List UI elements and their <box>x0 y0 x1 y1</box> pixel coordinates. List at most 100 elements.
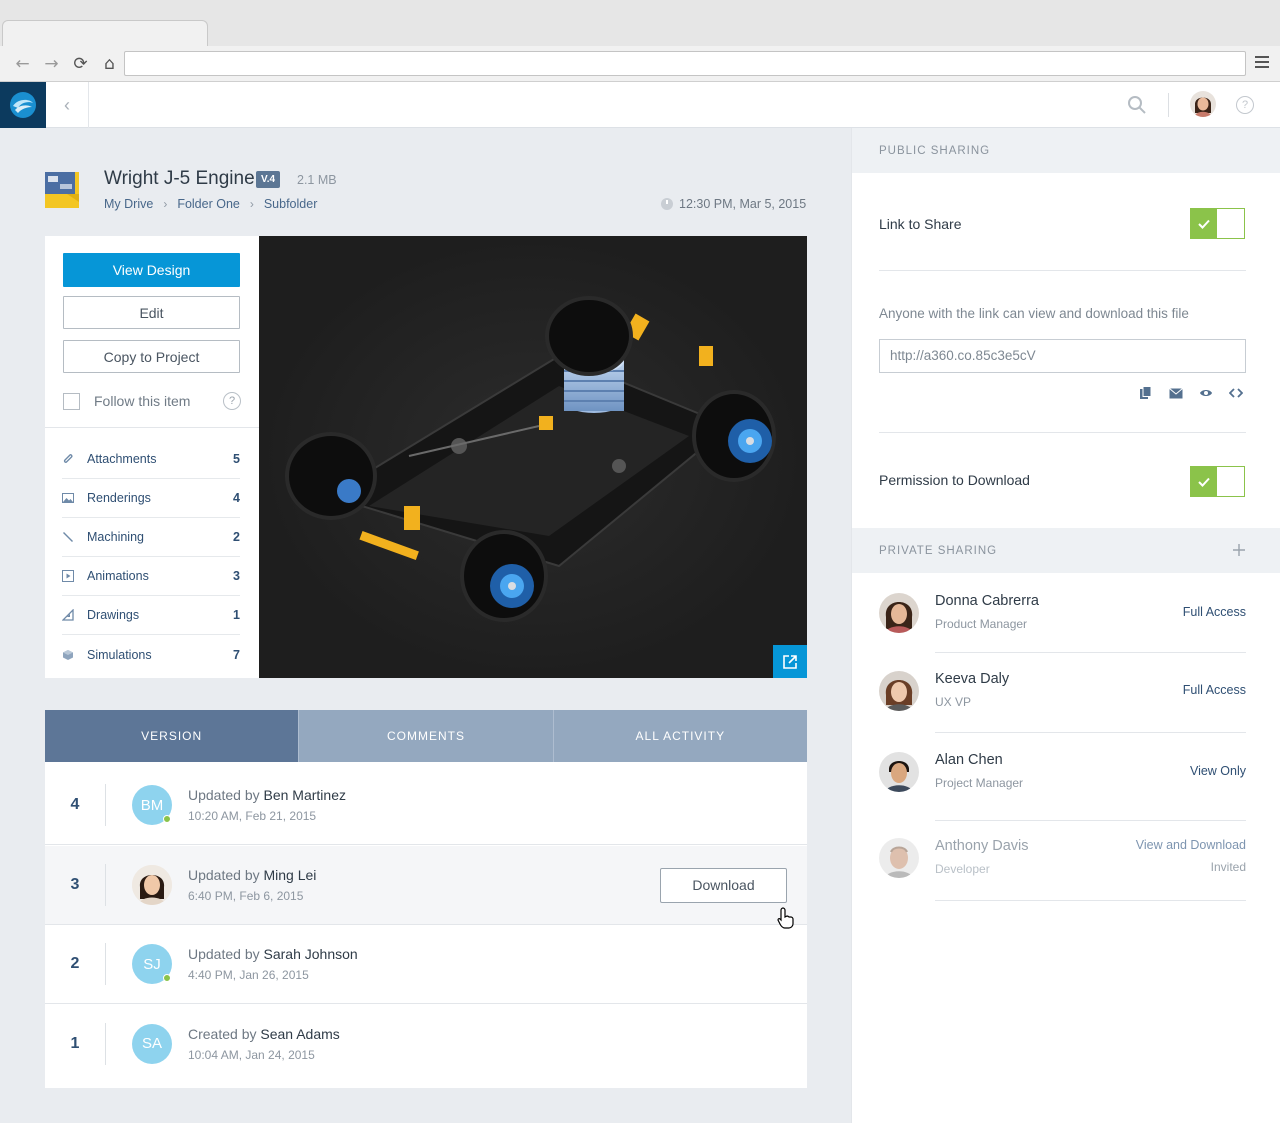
shared-person-row[interactable]: Keeva Daly UX VP Full Access <box>879 671 1246 711</box>
file-timestamp: 12:30 PM, Mar 5, 2015 <box>661 197 806 211</box>
person-role: Developer <box>935 862 990 876</box>
share-url-field[interactable]: http://a360.co.85c3e5cV <box>879 339 1246 373</box>
timestamp-text: 12:30 PM, Mar 5, 2015 <box>679 197 807 211</box>
edit-button[interactable]: Edit <box>63 296 240 329</box>
attachment-row-drawings[interactable]: Drawings 1 <box>62 596 240 635</box>
embed-icon[interactable] <box>1228 385 1244 401</box>
download-button[interactable]: Download <box>660 867 787 903</box>
tab-comments[interactable]: COMMENTS <box>299 710 554 762</box>
version-info: Created by Sean Adams 10:04 AM, Jan 24, … <box>188 1026 807 1062</box>
app-logo[interactable] <box>0 82 46 128</box>
clock-icon <box>661 198 673 210</box>
access-level[interactable]: View Only <box>1190 764 1246 778</box>
version-info: Updated by Sarah Johnson 4:40 PM, Jan 26… <box>188 946 807 982</box>
shared-person-row[interactable]: Alan Chen Project Manager View Only <box>879 752 1246 792</box>
version-author: Ben Martinez <box>263 787 346 803</box>
attachment-count: 7 <box>233 647 240 662</box>
attachment-count: 5 <box>233 452 240 466</box>
follow-item-row[interactable]: Follow this item <box>63 389 243 413</box>
access-level[interactable]: Full Access <box>1183 683 1246 697</box>
attachment-label: Animations <box>87 569 149 583</box>
version-title: Updated by Ben Martinez <box>188 787 807 803</box>
avatar-initials: BM <box>140 796 164 814</box>
attachment-row-animations[interactable]: Animations 3 <box>62 557 240 596</box>
shared-person-row[interactable]: Donna Cabrerra Product Manager Full Acces… <box>879 593 1246 633</box>
address-bar[interactable] <box>124 51 1246 76</box>
person-role: UX VP <box>935 695 972 709</box>
person-name: Donna Cabrerra <box>935 593 1039 609</box>
hand-cursor-icon <box>777 907 795 929</box>
version-date: 6:40 PM, Feb 6, 2015 <box>188 889 304 903</box>
attachment-count: 3 <box>233 569 240 583</box>
browser-menu-icon[interactable] <box>1255 56 1269 70</box>
breadcrumb-separator: › <box>249 197 254 211</box>
avatar-initials: SJ <box>143 955 161 973</box>
attachment-label: Simulations <box>87 647 152 662</box>
version-row[interactable]: 4 BM Updated by Ben Martinez 10:20 AM, F… <box>45 766 807 845</box>
follow-checkbox[interactable] <box>63 392 80 410</box>
divider <box>105 864 106 906</box>
access-info: View and Download Invited <box>1136 838 1246 874</box>
file-size: 2.1 MB <box>297 173 337 187</box>
avatar <box>132 865 172 905</box>
share-description: Anyone with the link can view and downlo… <box>879 306 1189 321</box>
person-name: Keeva Daly <box>935 671 1010 687</box>
attachment-row-attachments[interactable]: Attachments 5 <box>62 440 240 479</box>
add-person-icon[interactable] <box>1232 543 1246 557</box>
access-level[interactable]: Full Access <box>1183 605 1246 619</box>
check-icon <box>1191 209 1217 238</box>
person-name: Alan Chen <box>935 752 1003 768</box>
tab-all-activity[interactable]: ALL ACTIVITY <box>553 710 807 762</box>
divider <box>935 732 1246 733</box>
link-share-toggle[interactable] <box>1190 208 1245 239</box>
version-number: 2 <box>70 955 80 972</box>
share-actions <box>1138 385 1244 401</box>
breadcrumb-item-my-drive[interactable]: My Drive <box>104 197 153 211</box>
home-icon[interactable]: ⌂ <box>95 53 124 75</box>
person-name: Anthony Davis <box>935 838 1029 854</box>
version-row[interactable]: 2 SJ Updated by Sarah Johnson 4:40 PM, J… <box>45 925 807 1004</box>
browser-tab[interactable] <box>2 20 208 46</box>
divider <box>935 900 1246 901</box>
attachment-label: Drawings <box>87 608 140 622</box>
access-level[interactable]: View and Download <box>1136 838 1246 852</box>
back-button[interactable]: ‹ <box>46 82 89 128</box>
person-role: Product Manager <box>935 617 1028 631</box>
divider <box>45 427 259 428</box>
version-date: 4:40 PM, Jan 26, 2015 <box>188 968 309 982</box>
tab-version[interactable]: VERSION <box>45 710 300 769</box>
breadcrumb-item-subfolder[interactable]: Subfolder <box>264 197 318 211</box>
attachment-row-renderings[interactable]: Renderings 4 <box>62 479 240 518</box>
reload-icon[interactable]: ⟳ <box>66 53 95 75</box>
version-row[interactable]: 3 Updated by Ming Lei 6:40 PM, Feb 6, 20… <box>45 846 807 925</box>
copy-icon[interactable] <box>1138 385 1154 401</box>
breadcrumb-item-folder-one[interactable]: Folder One <box>177 197 240 211</box>
wrench-icon <box>62 531 74 543</box>
help-icon[interactable]: ? <box>223 392 241 410</box>
avatar <box>879 838 919 878</box>
permission-download-toggle[interactable] <box>1190 466 1245 497</box>
play-icon <box>62 570 74 582</box>
search-icon[interactable] <box>1126 94 1148 116</box>
user-avatar[interactable] <box>1190 91 1216 117</box>
forward-arrow-icon[interactable]: → <box>37 53 66 75</box>
version-verb: Updated by <box>188 867 260 883</box>
attachment-count: 4 <box>233 491 240 505</box>
divider <box>105 943 106 985</box>
attachment-row-simulations[interactable]: Simulations 7 <box>62 635 240 674</box>
version-row[interactable]: 1 SA Created by Sean Adams 10:04 AM, Jan… <box>45 1004 807 1083</box>
attachment-row-machining[interactable]: Machining 2 <box>62 518 240 557</box>
shared-person-row[interactable]: Anthony Davis Developer View and Download… <box>879 838 1246 878</box>
version-badge: V.4 <box>256 171 281 188</box>
email-icon[interactable] <box>1168 385 1184 401</box>
back-arrow-icon[interactable]: ← <box>8 53 37 75</box>
copy-to-project-button[interactable]: Copy to Project <box>63 340 240 373</box>
version-author: Sarah Johnson <box>263 946 358 962</box>
version-number: 1 <box>70 1034 80 1052</box>
open-external-button[interactable] <box>773 645 807 678</box>
help-icon[interactable]: ? <box>1236 96 1254 114</box>
avatar-initials: SA <box>141 1035 162 1052</box>
view-design-button[interactable]: View Design <box>63 253 240 287</box>
eye-icon[interactable] <box>1198 385 1214 401</box>
model-viewer[interactable] <box>259 236 807 678</box>
